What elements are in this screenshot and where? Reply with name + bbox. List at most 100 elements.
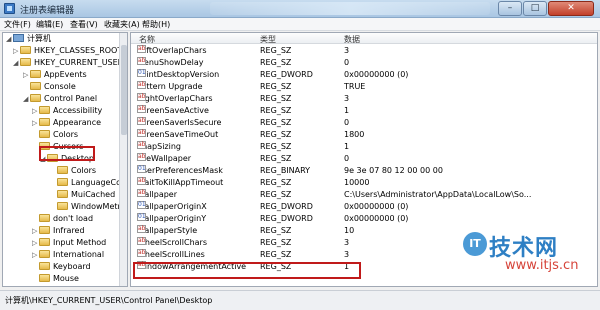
tree-item[interactable]: Colors (32, 129, 78, 141)
tree-item[interactable]: ▷ Accessibility (32, 105, 102, 117)
expand-arrow-icon[interactable]: ▷ (32, 117, 39, 129)
minimize-button[interactable]: – (498, 1, 522, 16)
tree-item[interactable]: Mouse (32, 273, 79, 285)
tree-item-label: don't load (53, 214, 94, 223)
list-item[interactable]: PaintDesktopVersion REG_DWORD 0x00000000 (… (131, 67, 597, 81)
expand-arrow-icon[interactable]: ▷ (32, 105, 39, 117)
tree-item[interactable]: don't load (32, 213, 93, 225)
value-type: REG_SZ (260, 250, 292, 259)
value-name-cell: PaintDesktopVersion (137, 67, 220, 81)
watermark-url: www.itjs.cn (505, 258, 579, 273)
expand-arrow-icon[interactable]: ▷ (32, 225, 39, 237)
value-name-cell: LeftOverlapChars (137, 43, 207, 57)
close-button[interactable]: ✕ (548, 1, 594, 16)
menu-help[interactable]: 帮助(H) (142, 19, 170, 30)
tree-item-label: Accessibility (53, 106, 103, 115)
folder-icon (20, 46, 31, 54)
tree-item[interactable]: ▷ Input Method (32, 237, 106, 249)
tree-item[interactable]: Console (23, 81, 76, 93)
list-item[interactable]: LeftOverlapChars REG_SZ 3 (131, 43, 597, 57)
list-item[interactable]: WallpaperREG_SZC:\Users\Administrator\Ap… (131, 187, 597, 201)
tree-item[interactable]: ▷ AppEvents (23, 69, 87, 81)
string-value-icon (137, 55, 146, 67)
string-value-icon (137, 91, 146, 103)
list-header: 名称 类型 数据 (131, 33, 597, 45)
list-item[interactable]: WallpaperOriginY REG_DWORD 0x00000000 (0) (131, 211, 597, 225)
column-header-type[interactable]: 类型 (260, 34, 276, 45)
regedit-app-icon (4, 3, 15, 14)
registry-editor-window: 注册表编辑器 – □ ✕ 文件(F) 编辑(E) 查看(V) 收藏夹(A) 帮助… (0, 0, 600, 310)
expand-arrow-icon[interactable]: ▷ (23, 69, 30, 81)
value-name-cell: ScreenSaverIsSecure (137, 115, 221, 129)
expand-arrow-icon[interactable]: ▷ (13, 45, 20, 57)
value-name-cell: WheelScrollChars (137, 235, 207, 249)
tree-item[interactable]: ▷ Infrared (32, 225, 85, 237)
tree-item[interactable]: ▷ HKEY_CLASSES_ROOT (13, 45, 122, 57)
maximize-button[interactable]: □ (523, 1, 547, 16)
string-value-icon (137, 223, 146, 235)
value-name: ScreenSaveTimeOut (137, 130, 219, 139)
value-type: REG_SZ (260, 190, 292, 199)
tree-scrollbar[interactable] (119, 33, 127, 286)
value-data: 1 (344, 142, 350, 151)
list-item[interactable]: WaitToKillAppTimeout REG_SZ 10000 (131, 175, 597, 189)
value-name-cell: MenuShowDelay (137, 55, 204, 69)
value-name: PaintDesktopVersion (137, 70, 220, 79)
value-name-cell: UserPreferencesMask (137, 163, 223, 177)
list-item[interactable]: SnapSizingREG_SZ1 (131, 139, 597, 153)
folder-icon (30, 94, 41, 102)
tree-item-computer[interactable]: ◢ 计算机 (6, 33, 51, 45)
folder-icon (57, 190, 68, 198)
list-item[interactable]: ScreenSaveTimeOut REG_SZ 1800 (131, 127, 597, 141)
tree-item[interactable]: ▷ Appearance (32, 117, 101, 129)
menu-view[interactable]: 查看(V) (70, 19, 98, 30)
value-name: LeftOverlapChars (137, 46, 207, 55)
window-title: 注册表编辑器 (20, 6, 75, 16)
tree-item[interactable]: Colors (50, 165, 96, 177)
value-name-cell: WaitToKillAppTimeout (137, 175, 223, 189)
value-type: REG_SZ (260, 142, 292, 151)
list-item[interactable]: ScreenSaverIsSecure REG_SZ 0 (131, 115, 597, 129)
column-header-data[interactable]: 数据 (344, 34, 360, 45)
tree-item-label: WindowMetr (71, 202, 121, 211)
tree-scrollbar-thumb[interactable] (121, 45, 127, 135)
folder-icon (39, 106, 50, 114)
tree-item[interactable]: LanguageCor (50, 177, 124, 189)
expand-arrow-icon[interactable]: ▷ (32, 237, 39, 249)
collapse-arrow-icon[interactable]: ◢ (13, 57, 20, 69)
tree-item[interactable]: WindowMetr (50, 201, 121, 213)
value-name-cell: RightOverlapChars (137, 91, 213, 105)
list-item[interactable]: ScreenSaveActive REG_SZ 1 (131, 103, 597, 117)
value-name-cell: WheelScrollLines (137, 247, 205, 261)
tree-item[interactable]: ◢ HKEY_CURRENT_USER (13, 57, 123, 69)
list-item[interactable]: UserPreferencesMask REG_BINARY 9e 3e 07 80… (131, 163, 597, 177)
list-item[interactable]: RightOverlapChars REG_SZ 3 (131, 91, 597, 105)
tree-item[interactable]: MuiCached (50, 189, 115, 201)
tree-item[interactable]: ◢ Control Panel (23, 93, 97, 105)
string-value-icon (137, 175, 146, 187)
binary-value-icon (137, 199, 146, 211)
value-type: REG_SZ (260, 118, 292, 127)
collapse-arrow-icon[interactable]: ◢ (23, 93, 30, 105)
value-name: WheelScrollLines (137, 250, 205, 259)
list-item[interactable]: MenuShowDelay REG_SZ 0 (131, 55, 597, 69)
folder-icon (57, 202, 68, 210)
list-item[interactable]: TileWallpaperREG_SZ0 (131, 151, 597, 165)
tree-item[interactable]: ▷ International (32, 249, 104, 261)
tree-item-label: HKEY_CLASSES_ROOT (34, 46, 123, 55)
expand-arrow-icon[interactable]: ▷ (32, 249, 39, 261)
tree-item[interactable]: Keyboard (32, 261, 91, 273)
list-item[interactable]: Pattern Upgrade REG_SZ TRUE (131, 79, 597, 93)
menu-favorites[interactable]: 收藏夹(A) (104, 19, 140, 30)
value-type: REG_SZ (260, 82, 292, 91)
value-type: REG_SZ (260, 154, 292, 163)
list-item[interactable]: WallpaperOriginX REG_DWORD 0x00000000 (0) (131, 199, 597, 213)
menu-edit[interactable]: 编辑(E) (36, 19, 63, 30)
menu-file[interactable]: 文件(F) (4, 19, 31, 30)
title-bar: 注册表编辑器 – □ ✕ (0, 0, 600, 18)
highlight-window-arrangement-box (133, 262, 361, 279)
computer-icon (13, 34, 24, 42)
status-bar: 计算机\HKEY_CURRENT_USER\Control Panel\Desk… (0, 290, 600, 310)
string-value-icon (137, 151, 146, 163)
value-name: UserPreferencesMask (137, 166, 223, 175)
